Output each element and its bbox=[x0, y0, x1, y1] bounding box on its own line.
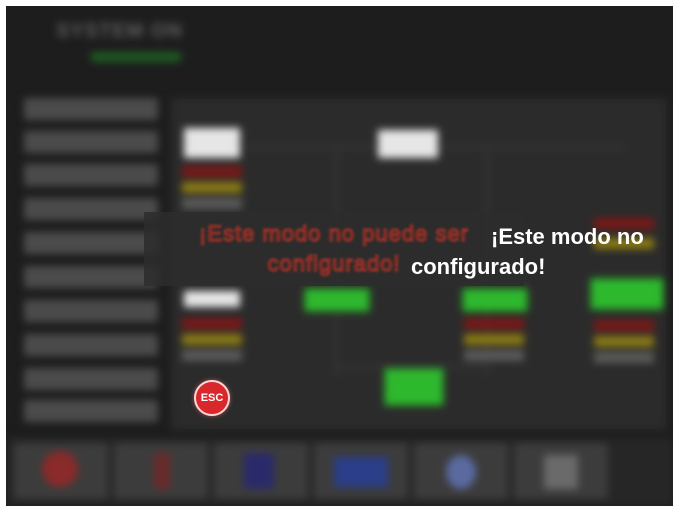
menu-button bbox=[24, 198, 158, 220]
nav-thumbnail bbox=[14, 443, 108, 499]
nav-thumbnail bbox=[414, 443, 508, 499]
menu-button bbox=[24, 164, 158, 186]
app-frame: SYSTEM ON ¡Este modo no puede ser config… bbox=[6, 6, 673, 506]
system-status-bar bbox=[91, 52, 181, 62]
device-box bbox=[184, 128, 240, 158]
message-text: ¡Este modo no configurado! bbox=[411, 222, 673, 282]
active-module bbox=[384, 368, 444, 406]
status-indicator bbox=[594, 352, 654, 363]
status-indicator bbox=[182, 198, 242, 209]
esc-button[interactable]: ESC bbox=[194, 380, 230, 416]
status-indicator bbox=[182, 166, 242, 177]
device-box bbox=[184, 291, 240, 307]
menu-button bbox=[24, 334, 158, 356]
status-indicator bbox=[182, 318, 242, 329]
menu-button bbox=[24, 368, 158, 390]
system-status-title: SYSTEM ON bbox=[56, 20, 183, 42]
status-indicator bbox=[594, 320, 654, 331]
menu-button bbox=[24, 98, 158, 120]
menu-button bbox=[24, 131, 158, 153]
menu-button bbox=[24, 300, 158, 322]
menu-button bbox=[24, 266, 158, 288]
nav-thumbnail bbox=[214, 443, 308, 499]
nav-thumbnail bbox=[314, 443, 408, 499]
status-indicator bbox=[182, 334, 242, 345]
message-line-2: configurado! bbox=[411, 254, 546, 279]
status-indicator bbox=[182, 350, 242, 361]
status-indicator bbox=[464, 318, 524, 329]
status-indicator bbox=[594, 336, 654, 347]
status-indicator bbox=[464, 334, 524, 345]
message-line-1: ¡Este modo no bbox=[491, 224, 644, 249]
nav-thumbnail bbox=[514, 443, 608, 499]
menu-button bbox=[24, 400, 158, 422]
active-module bbox=[304, 288, 370, 312]
status-indicator bbox=[464, 350, 524, 361]
device-box bbox=[378, 130, 438, 158]
active-module bbox=[590, 278, 664, 310]
status-indicator bbox=[182, 182, 242, 193]
nav-thumbnail bbox=[114, 443, 208, 499]
active-module bbox=[462, 288, 528, 312]
menu-button bbox=[24, 232, 158, 254]
